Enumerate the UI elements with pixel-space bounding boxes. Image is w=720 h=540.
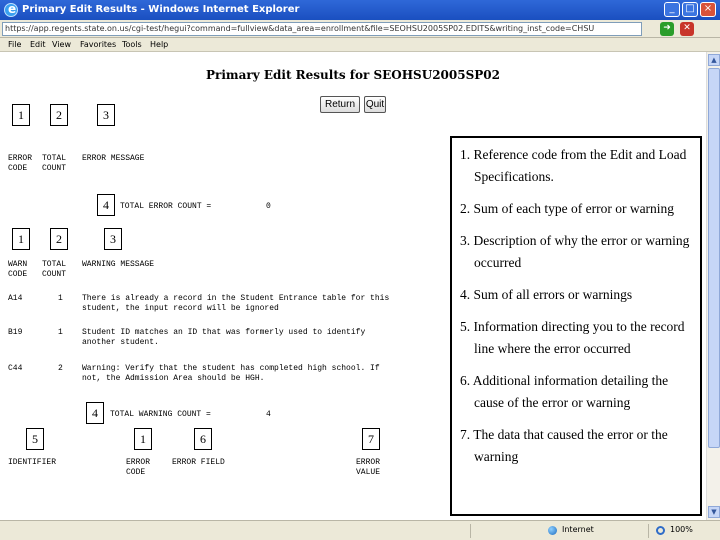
warn-count-header: TOTAL COUNT xyxy=(42,260,67,279)
warn-count: 1 xyxy=(58,328,63,337)
address-input[interactable]: https://app.regents.state.on.us/cgi-test… xyxy=(2,22,642,36)
error-value-header: ERROR VALUE xyxy=(356,458,381,477)
marker-1-detail: 1 xyxy=(134,428,152,450)
warn-code: A14 xyxy=(8,294,23,303)
marker-3-errors: 3 xyxy=(97,104,115,126)
close-button[interactable]: × xyxy=(700,2,716,17)
marker-3-warnings: 3 xyxy=(104,228,122,250)
warn-count: 1 xyxy=(58,294,63,303)
zoom-icon[interactable] xyxy=(656,526,665,535)
marker-1-errors: 1 xyxy=(12,104,30,126)
minimize-button[interactable]: _ xyxy=(664,2,680,17)
total-error-label: TOTAL ERROR COUNT = xyxy=(120,202,212,211)
marker-2-errors: 2 xyxy=(50,104,68,126)
legend-item-6: 6. Additional information detailing the … xyxy=(460,373,669,410)
zoom-level[interactable]: 100% xyxy=(670,525,693,534)
warn-message-header: WARNING MESSAGE xyxy=(82,260,155,269)
menu-view[interactable]: View xyxy=(52,40,71,49)
error-message-header: ERROR MESSAGE xyxy=(82,154,145,163)
scroll-down-arrow-icon[interactable]: ▼ xyxy=(708,506,720,518)
page-title: Primary Edit Results for SEOHSU2005SP02 xyxy=(206,68,500,82)
quit-button[interactable]: Quit xyxy=(364,96,386,113)
legend-item-2: 2. Sum of each type of error or warning xyxy=(460,201,675,216)
warn-code: B19 xyxy=(8,328,23,337)
status-divider xyxy=(470,524,471,538)
marker-4-warnings: 4 xyxy=(86,402,104,424)
menu-help[interactable]: Help xyxy=(150,40,168,49)
marker-1-warnings: 1 xyxy=(12,228,30,250)
error-count-header: TOTAL COUNT xyxy=(42,154,67,173)
stop-icon[interactable]: ✕ xyxy=(680,22,694,36)
warn-count: 2 xyxy=(58,364,63,373)
marker-4-errors: 4 xyxy=(97,194,115,216)
status-bar: Internet 100% xyxy=(0,520,720,540)
warn-message: Student ID matches an ID that was former… xyxy=(82,328,366,347)
menu-bar: File Edit View Favorites Tools Help xyxy=(0,38,720,52)
marker-5: 5 xyxy=(26,428,44,450)
legend-item-3: 3. Description of why the error or warni… xyxy=(460,233,690,270)
window-title: Primary Edit Results - Windows Internet … xyxy=(22,4,300,15)
status-divider xyxy=(648,524,649,538)
total-warning-label: TOTAL WARNING COUNT = xyxy=(110,410,211,419)
vertical-scrollbar[interactable]: ▲ ▼ xyxy=(706,52,720,520)
warn-code-header: WARN CODE xyxy=(8,260,28,279)
legend-callout: 1. Reference code from the Edit and Load… xyxy=(450,136,702,516)
scroll-up-arrow-icon[interactable]: ▲ xyxy=(708,54,720,66)
menu-tools[interactable]: Tools xyxy=(122,40,142,49)
warn-message: There is already a record in the Student… xyxy=(82,294,390,313)
legend-item-1: 1. Reference code from the Edit and Load… xyxy=(460,147,687,184)
return-button[interactable]: Return xyxy=(320,96,360,113)
menu-favorites[interactable]: Favorites xyxy=(80,40,116,49)
address-bar: https://app.regents.state.on.us/cgi-test… xyxy=(0,20,720,38)
warn-message: Warning: Verify that the student has com… xyxy=(82,364,380,383)
internet-zone-icon xyxy=(548,526,557,535)
security-zone-label: Internet xyxy=(562,525,594,534)
warn-code: C44 xyxy=(8,364,23,373)
scroll-thumb[interactable] xyxy=(708,68,720,448)
menu-edit[interactable]: Edit xyxy=(30,40,46,49)
total-error-value: 0 xyxy=(266,202,271,211)
legend-item-7: 7. The data that caused the error or the… xyxy=(460,427,668,464)
marker-2-warnings: 2 xyxy=(50,228,68,250)
menu-file[interactable]: File xyxy=(8,40,21,49)
total-warning-value: 4 xyxy=(266,410,271,419)
go-arrow-icon[interactable]: ➜ xyxy=(660,22,674,36)
marker-6: 6 xyxy=(194,428,212,450)
legend-item-4: 4. Sum of all errors or warnings xyxy=(460,287,633,302)
marker-7: 7 xyxy=(362,428,380,450)
detail-error-code-header: ERROR CODE xyxy=(126,458,151,477)
maximize-button[interactable]: □ xyxy=(682,2,698,17)
error-field-header: ERROR FIELD xyxy=(172,458,225,467)
internet-explorer-icon xyxy=(4,2,18,17)
legend-item-5: 5. Information directing you to the reco… xyxy=(460,319,685,356)
window-title-bar: Primary Edit Results - Windows Internet … xyxy=(0,0,720,20)
identifier-header: IDENTIFIER xyxy=(8,458,57,467)
error-code-header: ERROR CODE xyxy=(8,154,33,173)
